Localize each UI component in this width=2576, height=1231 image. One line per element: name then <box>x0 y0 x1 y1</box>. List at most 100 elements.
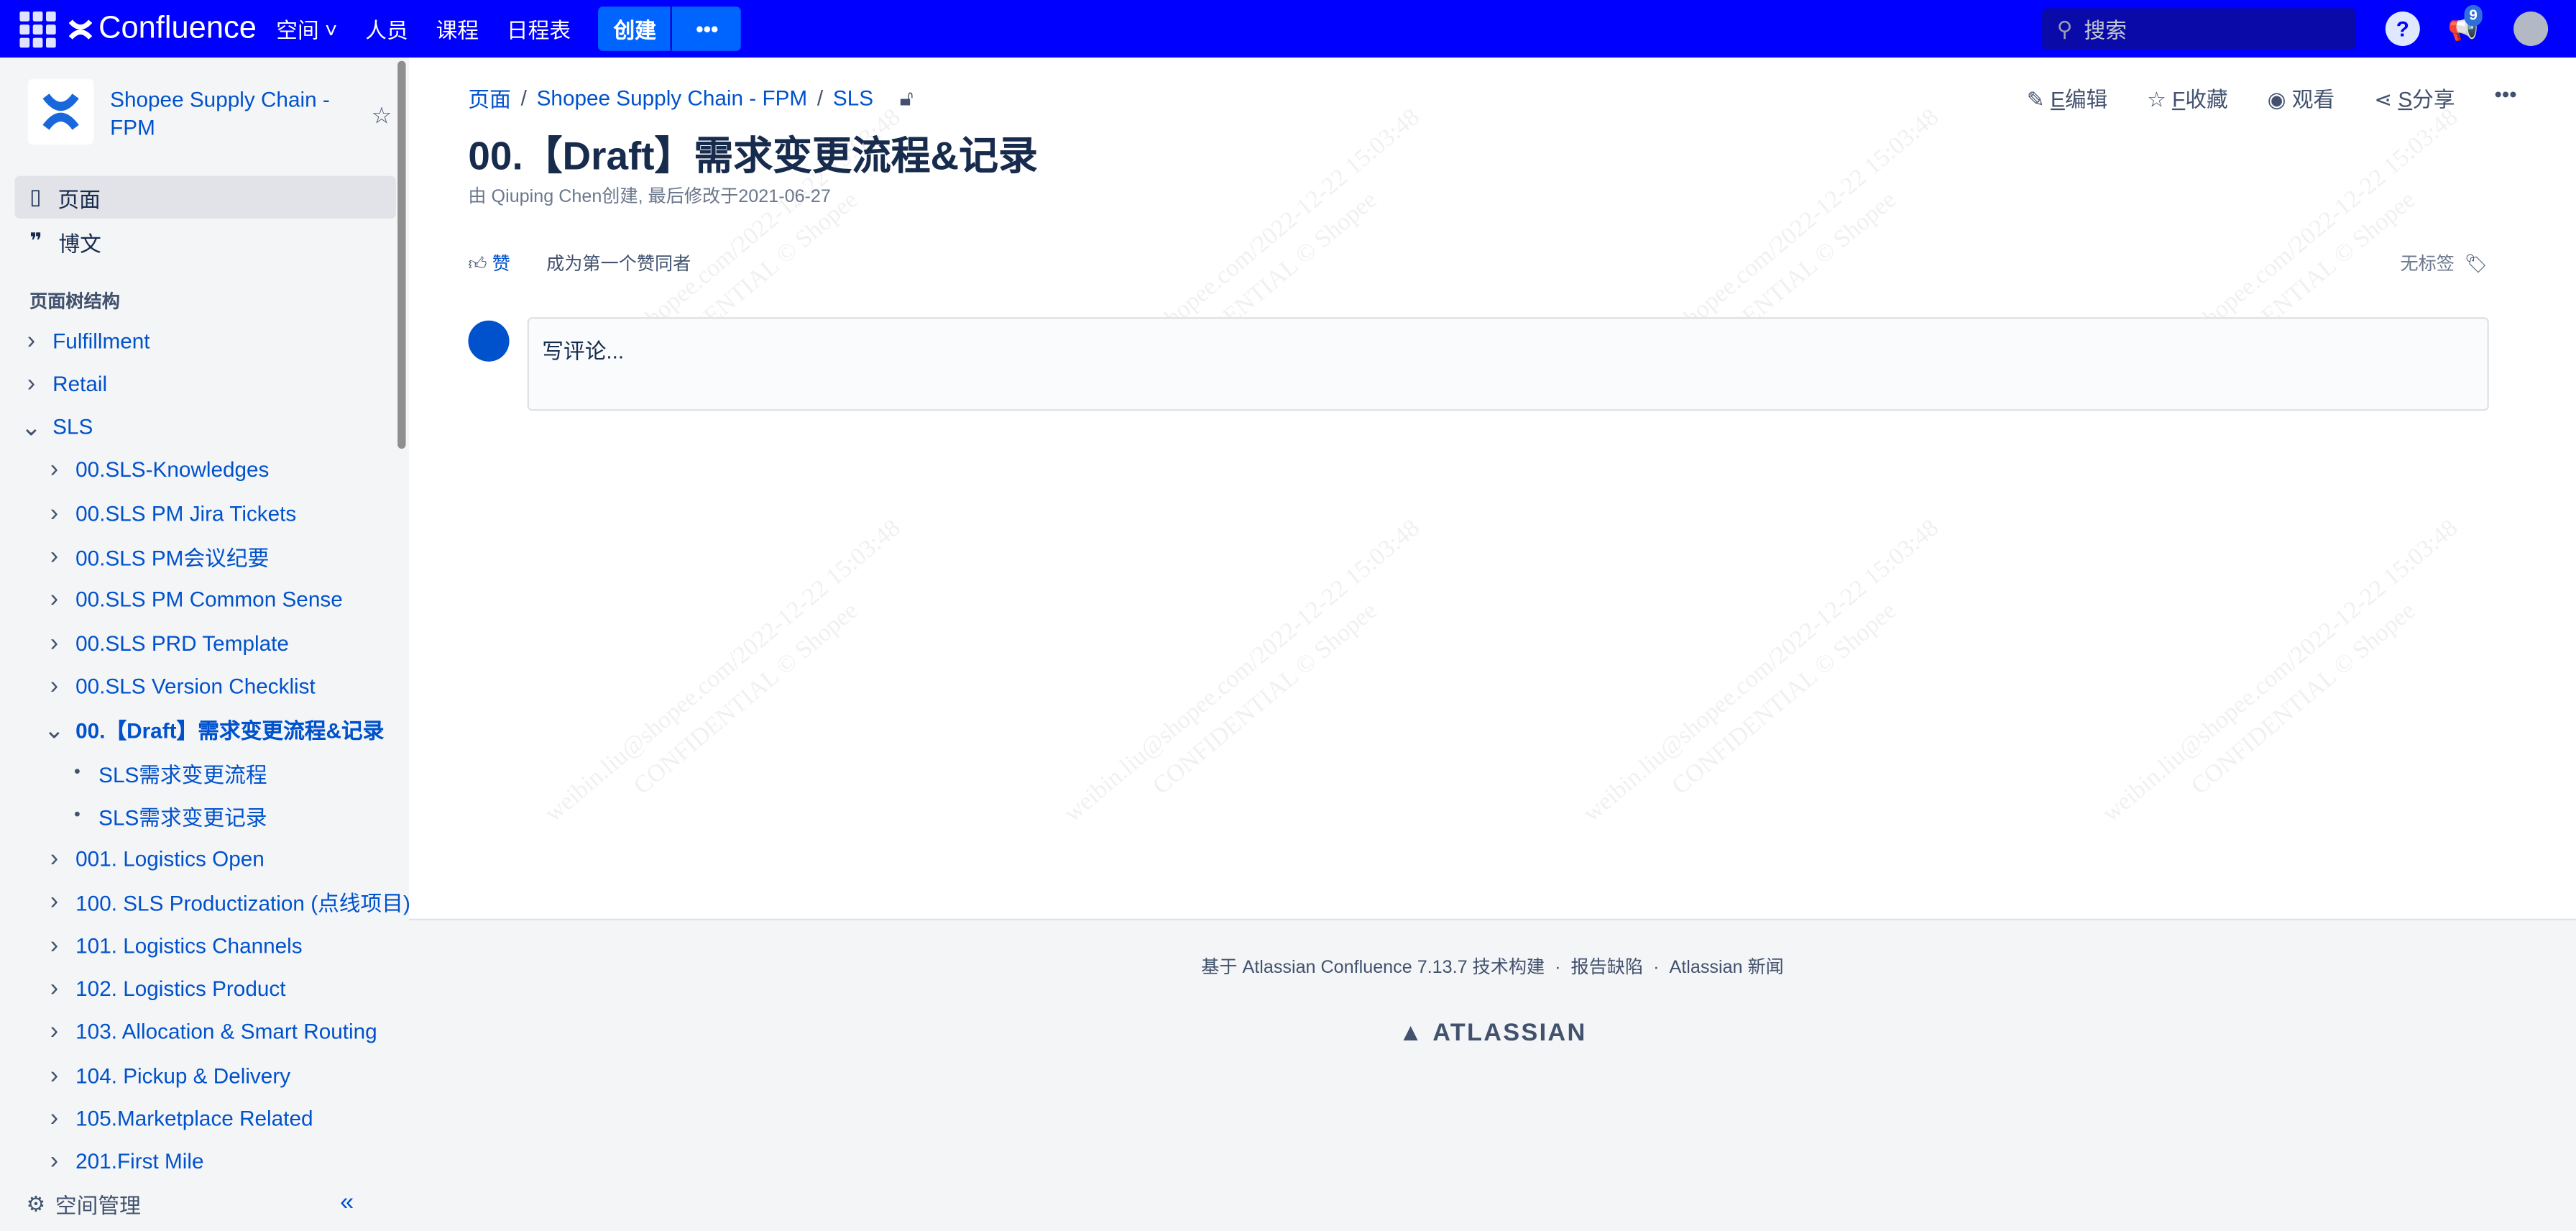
tree-item-label: 00.SLS Version Checklist <box>75 673 316 699</box>
comment-input[interactable]: 写评论... <box>527 317 2489 411</box>
chevron-right-icon[interactable]: › <box>42 456 65 484</box>
tree-item-label: 00.SLS PRD Template <box>75 630 289 656</box>
chevron-right-icon[interactable]: › <box>42 672 65 700</box>
page-icon: ▯ <box>29 183 42 209</box>
tree-item[interactable]: › 201.First Mile <box>42 1140 417 1183</box>
footer-separator: · <box>1653 958 1660 978</box>
pencil-icon: ✎ <box>2026 87 2045 112</box>
footer-atlassian-news[interactable]: Atlassian 新闻 <box>1670 958 1784 978</box>
tree-item[interactable]: • SLS需求变更记录 <box>65 795 440 837</box>
page-metadata: 由 Qiuping Chen创建, 最后修改于2021-06-27 <box>468 187 831 207</box>
chevron-down-icon[interactable]: ⌄ <box>19 412 42 441</box>
nav-courses[interactable]: 课程 <box>436 13 479 44</box>
collapse-sidebar-icon[interactable]: « <box>340 1189 354 1217</box>
chevron-right-icon[interactable]: › <box>42 974 65 1002</box>
share-icon: ⋖ <box>2374 87 2393 112</box>
chevron-right-icon[interactable]: › <box>42 1104 65 1132</box>
sidebar-item-pages[interactable]: ▯ 页面 <box>14 175 396 219</box>
create-more-button[interactable]: ••• <box>671 6 742 51</box>
space-logo[interactable] <box>27 78 94 145</box>
chevron-right-icon[interactable]: › <box>19 370 42 398</box>
nav-calendars[interactable]: 日程表 <box>507 13 571 44</box>
unlock-icon[interactable]: 🔓︎ <box>900 85 914 111</box>
space-tools-button[interactable]: ⚙ 空间管理 <box>27 1189 141 1219</box>
chevron-right-icon[interactable]: › <box>42 1148 65 1176</box>
search-input[interactable]: ⚲ 搜索 <box>2042 8 2356 50</box>
tree-item[interactable]: › 00.SLS PM Common Sense <box>42 578 417 621</box>
notification-badge: 9 <box>2464 4 2483 27</box>
chevron-right-icon[interactable]: › <box>42 585 65 613</box>
tree-item-label: 00.SLS PM会议纪要 <box>75 545 270 571</box>
tree-item[interactable]: › 103. Allocation & Smart Routing <box>42 1010 417 1053</box>
thumbs-up-icon: 👍︎ <box>468 255 487 275</box>
user-avatar[interactable] <box>2513 11 2549 46</box>
atlassian-logo-text: ATLASSIAN <box>1432 1019 1587 1047</box>
more-actions-button[interactable]: ••• <box>2494 82 2516 113</box>
chevron-right-icon[interactable]: › <box>42 888 65 916</box>
favourite-button[interactable]: ☆ F收藏 <box>2147 82 2228 113</box>
tree-item[interactable]: › 00.SLS PM Jira Tickets <box>42 492 417 534</box>
tree-item-label: 104. Pickup & Delivery <box>75 1062 291 1088</box>
tree-item[interactable]: › 101. Logistics Channels <box>42 924 417 966</box>
tag-icon: 🏷︎ <box>2464 254 2488 274</box>
create-button[interactable]: 创建 <box>598 6 671 51</box>
space-name[interactable]: Shopee Supply Chain - FPM <box>110 86 340 145</box>
confluence-logo[interactable]: Confluence <box>68 11 257 47</box>
tree-item[interactable]: ⌄ 00.【Draft】需求变更流程&记录 <box>42 708 417 750</box>
tree-item-label: 103. Allocation & Smart Routing <box>75 1019 377 1045</box>
sidebar-item-label: 博文 <box>58 231 101 256</box>
breadcrumb-space[interactable]: Shopee Supply Chain - FPM <box>537 86 808 110</box>
page-tree-heading: 页面树结构 <box>29 292 120 313</box>
gear-icon: ⚙ <box>26 1190 46 1216</box>
labels[interactable]: 无标签 🏷︎ <box>2400 250 2487 276</box>
tree-item-label: 101. Logistics Channels <box>75 933 303 958</box>
footer-report-bug[interactable]: 报告缺陷 <box>1571 958 1644 978</box>
chevron-right-icon[interactable]: › <box>42 1018 65 1046</box>
tree-item[interactable]: ⌄ SLS <box>19 406 394 448</box>
tree-item-label: 100. SLS Productization (点线项目) <box>75 891 410 917</box>
tree-item[interactable]: › 00.SLS Version Checklist <box>42 664 417 707</box>
nav-spaces[interactable]: 空间 ˅ <box>276 13 337 44</box>
chevron-right-icon[interactable]: › <box>42 845 65 873</box>
nav-people[interactable]: 人员 <box>365 13 408 44</box>
tree-item[interactable]: › 104. Pickup & Delivery <box>42 1053 417 1096</box>
current-user-avatar <box>468 320 510 362</box>
chevron-right-icon[interactable]: › <box>19 326 42 354</box>
watch-button[interactable]: ◉ 观看 <box>2268 82 2335 113</box>
sidebar-scrollbar[interactable] <box>397 60 406 449</box>
chevron-right-icon[interactable]: › <box>42 1061 65 1089</box>
notifications-icon[interactable]: 📢 9 <box>2448 4 2483 46</box>
tree-item[interactable]: › 102. Logistics Product <box>42 967 417 1010</box>
tree-item[interactable]: › 100. SLS Productization (点线项目) <box>42 881 417 923</box>
tree-item[interactable]: › 105.Marketplace Related <box>42 1097 417 1139</box>
breadcrumb-pages[interactable]: 页面 <box>468 82 510 113</box>
space-tools-label: 空间管理 <box>55 1193 141 1218</box>
chevron-right-icon[interactable]: › <box>42 499 65 527</box>
footer-built-with[interactable]: 基于 Atlassian Confluence 7.13.7 技术构建 <box>1201 958 1545 978</box>
tree-item[interactable]: › Retail <box>19 362 394 405</box>
tree-item[interactable]: › 00.SLS PM会议纪要 <box>42 535 417 577</box>
chevron-right-icon[interactable]: › <box>42 628 65 656</box>
like-button[interactable]: 👍︎ 赞 <box>468 250 510 276</box>
edit-button[interactable]: ✎ E编辑 <box>2027 82 2107 113</box>
help-icon[interactable]: ? <box>2385 11 2420 46</box>
share-button[interactable]: ⋖ S分享 <box>2374 82 2455 113</box>
chevron-right-icon[interactable]: › <box>42 542 65 570</box>
tree-item[interactable]: › Fulfillment <box>19 319 394 361</box>
footer: 基于 Atlassian Confluence 7.13.7 技术构建 · 报告… <box>409 918 2576 1231</box>
watermark: weibin.liu@shopee.com/2022-12-22 15:03:4… <box>1578 515 1944 828</box>
breadcrumb-sls[interactable]: SLS <box>833 86 873 110</box>
top-navigation-bar: Confluence 空间 ˅ 人员 课程 日程表 创建 ••• ⚲ 搜索 ? … <box>0 0 2576 58</box>
like-summary: 成为第一个赞同者 <box>546 255 691 275</box>
eye-icon: ◉ <box>2267 87 2286 112</box>
atlassian-logo[interactable]: ▲ ATLASSIAN <box>409 1019 2576 1047</box>
tree-item[interactable]: • SLS需求变更流程 <box>65 751 440 794</box>
chevron-down-icon[interactable]: ⌄ <box>42 715 65 744</box>
tree-item[interactable]: › 00.SLS-Knowledges <box>42 449 417 491</box>
favourite-space-star-icon[interactable]: ☆ <box>372 102 392 130</box>
chevron-right-icon[interactable]: › <box>42 931 65 959</box>
tree-item[interactable]: › 00.SLS PRD Template <box>42 621 417 664</box>
sidebar-item-blog[interactable]: ❞ 博文 <box>15 220 396 262</box>
tree-item[interactable]: › 001. Logistics Open <box>42 838 417 880</box>
app-switcher-icon[interactable] <box>19 10 56 47</box>
